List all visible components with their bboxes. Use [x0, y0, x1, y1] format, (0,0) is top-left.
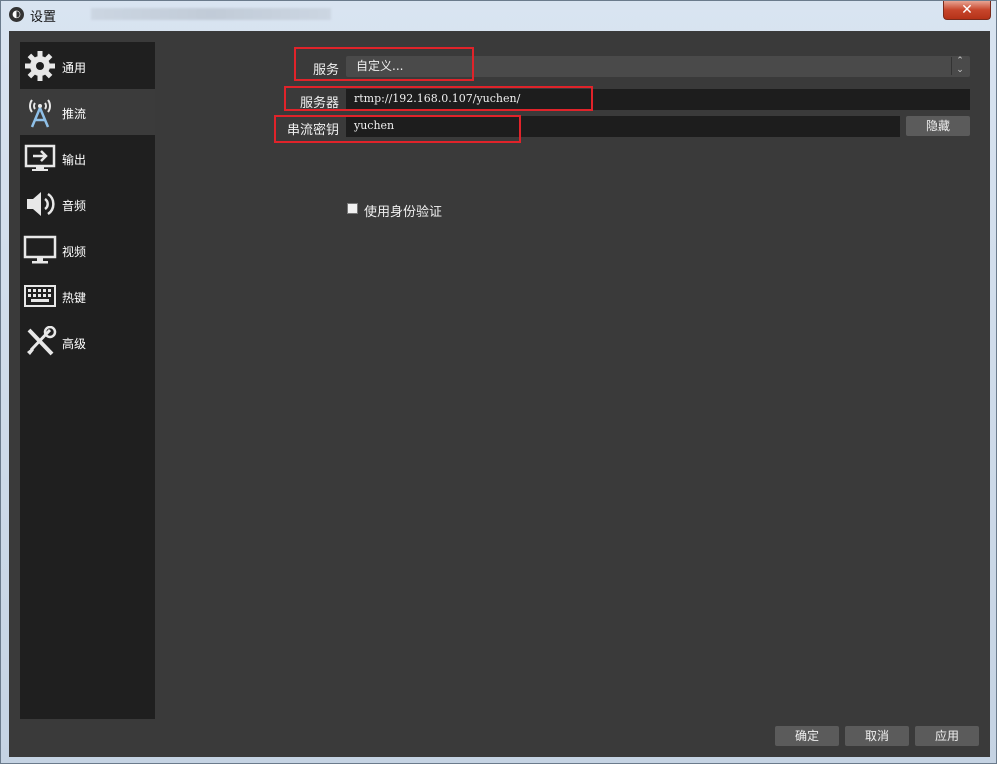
sidebar-item-label: 高级	[62, 337, 87, 351]
highlight-box-service	[294, 47, 474, 81]
use-auth-checkbox[interactable]	[347, 203, 358, 214]
output-icon	[24, 144, 56, 171]
speaker-icon	[27, 192, 55, 216]
sidebar-item-label: 通用	[62, 61, 87, 75]
sidebar-item-label: 输出	[62, 153, 87, 167]
settings-sidebar: 通用 推流 输出 音频 视频 热键 高级	[20, 42, 155, 719]
title-bar[interactable]: ◐ 设置 ✕	[1, 1, 996, 28]
updown-arrow-icon: ⌃ ⌄	[951, 57, 968, 75]
cancel-button[interactable]: 取消	[845, 726, 909, 746]
highlight-box-stream-key	[274, 115, 521, 143]
sidebar-item-label: 推流	[62, 107, 87, 121]
highlight-box-server	[284, 86, 593, 111]
blurred-title-area	[91, 8, 331, 20]
monitor-icon	[23, 235, 57, 264]
ok-button[interactable]: 确定	[775, 726, 839, 746]
sidebar-item-advanced[interactable]: 高级	[20, 319, 155, 365]
sidebar-item-hotkeys[interactable]: 热键	[20, 273, 155, 319]
sidebar-item-label: 热键	[62, 291, 87, 305]
sidebar-item-video[interactable]: 视频	[20, 227, 155, 273]
keyboard-icon	[24, 285, 56, 307]
hide-key-button[interactable]: 隐藏	[906, 116, 970, 136]
app-logo-icon: ◐	[9, 7, 24, 22]
settings-window: ◐ 设置 ✕ 通用 推流 输出 音频 视频 热键 高级 服务 自定义... ⌃ …	[0, 0, 997, 764]
gear-icon	[25, 51, 55, 81]
sidebar-item-audio[interactable]: 音频	[20, 181, 155, 227]
window-title: 设置	[30, 10, 57, 25]
sidebar-item-label: 视频	[62, 245, 87, 259]
sidebar-item-label: 音频	[62, 199, 87, 213]
close-button[interactable]: ✕	[943, 1, 991, 20]
sidebar-item-output[interactable]: 输出	[20, 135, 155, 181]
sidebar-item-general[interactable]: 通用	[20, 43, 155, 89]
use-auth-label: 使用身份验证	[364, 205, 443, 220]
tools-icon	[27, 326, 57, 356]
apply-button[interactable]: 应用	[915, 726, 979, 746]
settings-client-area: 通用 推流 输出 音频 视频 热键 高级 服务 自定义... ⌃ ⌄ 服务器 r…	[9, 31, 990, 757]
antenna-icon	[29, 99, 51, 128]
sidebar-item-stream[interactable]: 推流	[20, 89, 155, 135]
